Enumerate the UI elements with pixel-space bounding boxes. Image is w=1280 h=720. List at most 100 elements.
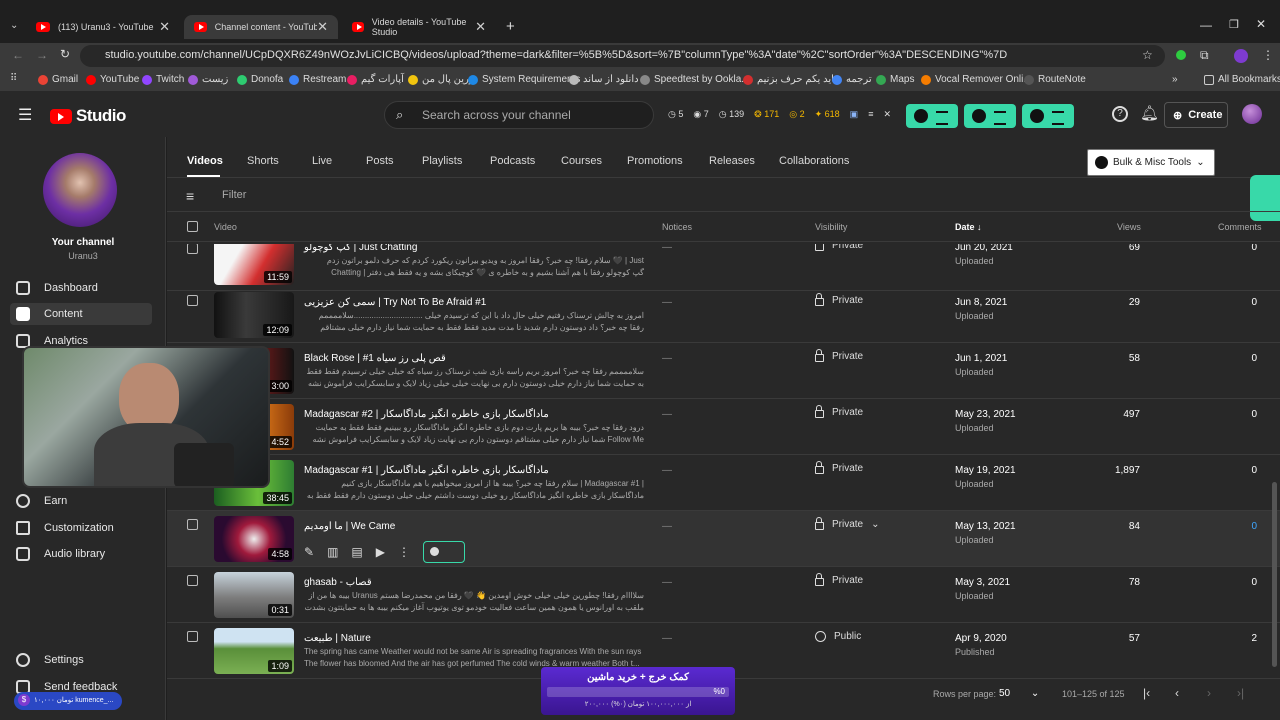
all-bookmarks-folder[interactable]: All Bookmarks <box>1204 74 1280 85</box>
more-options-icon[interactable]: ⋮ <box>398 545 410 559</box>
close-tab-icon[interactable]: ✕ <box>475 19 486 35</box>
video-thumbnail[interactable]: 0:31 <box>214 572 294 618</box>
bookmark-sound[interactable]: دانلود از ساند <box>569 74 639 85</box>
visibility-cell[interactable]: Private <box>815 573 863 586</box>
bookmark-restream[interactable]: Restream <box>289 74 346 85</box>
video-thumbnail[interactable]: 4:58 <box>214 516 294 562</box>
browser-tab-channel-content[interactable]: Channel content - YouTube Stu ✕ <box>184 15 338 39</box>
forward-icon[interactable]: → <box>36 48 48 62</box>
video-title[interactable]: ما اومدیم | We Came <box>304 521 395 532</box>
edit-pencil-icon[interactable]: ✎ <box>304 545 314 559</box>
bookmark-zarinpal[interactable]: زرین پال من <box>408 74 474 85</box>
comments-count[interactable]: 0 <box>1227 521 1257 532</box>
visibility-cell[interactable]: Private <box>815 293 863 306</box>
select-all-checkbox[interactable] <box>187 221 198 232</box>
browser-tab-video-details[interactable]: Video details - YouTube Studio ✕ <box>342 15 496 39</box>
tab-videos[interactable]: Videos <box>187 155 223 167</box>
bookmark-chat[interactable]: بیاید یکم حرف بزنیم <box>743 74 840 85</box>
bookmark-donofa[interactable]: Donofa <box>237 74 283 85</box>
row-checkbox[interactable] <box>187 631 198 642</box>
row-checkbox[interactable] <box>187 575 198 586</box>
bookmarks-overflow-icon[interactable]: » <box>1172 74 1178 85</box>
row-checkbox[interactable] <box>187 295 198 306</box>
bookmark-aparat[interactable]: آپارات گیم <box>347 74 404 85</box>
help-icon[interactable]: ? <box>1112 106 1128 122</box>
table-row[interactable]: 0:31 ghasab - قصاب بیبه ها من از Uranus … <box>167 567 1280 623</box>
table-row[interactable]: 3:00 Black Rose | #1 قص پلی رز سیاه سلام… <box>167 343 1280 399</box>
close-tab-icon[interactable]: ✕ <box>159 19 170 35</box>
tab-posts[interactable]: Posts <box>366 155 394 167</box>
column-date[interactable]: Date ↓ <box>955 222 982 232</box>
account-avatar[interactable] <box>1242 104 1262 124</box>
table-row[interactable]: 12:09 سمی کن عزیزیی | Try Not To Be Afra… <box>167 287 1280 343</box>
extension-icon[interactable] <box>1176 50 1186 60</box>
tab-releases[interactable]: Releases <box>709 155 755 167</box>
extension-x-icon[interactable]: ✕ <box>883 109 891 120</box>
sidebar-item-customization[interactable]: Customization <box>10 517 152 539</box>
youtube-play-icon[interactable]: ▶ <box>376 545 385 559</box>
tab-courses[interactable]: Courses <box>561 155 602 167</box>
table-row-hovered[interactable]: 4:58 ما اومدیم | We Came ✎ ▥ ▤ ▶ ⋮ — Pri… <box>167 511 1280 567</box>
hamburger-menu-icon[interactable]: ☰ <box>18 105 32 125</box>
filter-icon[interactable]: ≡ <box>186 188 194 204</box>
close-tab-icon[interactable]: ✕ <box>317 19 328 35</box>
tab-playlists[interactable]: Playlists <box>422 155 462 167</box>
bulk-misc-tools-button[interactable]: Bulk & Misc Tools ⌄ <box>1087 149 1215 176</box>
bookmark-maps[interactable]: Maps <box>876 74 914 85</box>
visibility-cell[interactable]: Public <box>815 631 861 642</box>
vidiq-row-button[interactable] <box>422 541 465 563</box>
scrollbar[interactable] <box>1272 482 1277 667</box>
next-page-icon[interactable]: › <box>1207 686 1211 700</box>
bookmark-twitch[interactable]: Twitch <box>142 74 184 85</box>
bookmark-1[interactable]: زیست <box>188 74 228 85</box>
comments-icon[interactable]: ▤ <box>351 545 362 559</box>
vidiq-side-tab[interactable] <box>1250 175 1280 221</box>
notifications-bell-icon[interactable]: 🔔︎ <box>1140 104 1159 122</box>
profile-avatar[interactable] <box>1234 49 1248 63</box>
video-title[interactable]: ghasab - قصاب <box>304 577 372 588</box>
browser-tab-youtube[interactable]: (113) Uranu3 - YouTube ✕ <box>26 15 180 39</box>
last-page-icon[interactable]: ›| <box>1237 686 1244 700</box>
bookmark-star-icon[interactable]: ☆ <box>1142 48 1153 62</box>
sidebar-item-earn[interactable]: Earn <box>10 490 152 512</box>
search-input[interactable]: ⌕ Search across your channel <box>384 101 654 129</box>
table-row[interactable]: 38:45 Madagascar #1 | ماداگاسکار بازی خا… <box>167 455 1280 511</box>
tab-podcasts[interactable]: Podcasts <box>490 155 535 167</box>
sidebar-item-settings[interactable]: Settings <box>10 649 152 671</box>
analytics-icon[interactable]: ▥ <box>327 545 338 559</box>
create-button[interactable]: ⊕ Create <box>1164 102 1228 128</box>
extension-list-icon[interactable]: ≡ <box>868 109 873 120</box>
vidiq-tool-button-3[interactable] <box>1022 104 1074 128</box>
reload-icon[interactable]: ↻ <box>60 47 70 61</box>
video-thumbnail[interactable]: 1:09 <box>214 628 294 674</box>
browser-menu-icon[interactable]: ⋮ <box>1262 48 1274 62</box>
close-window-button[interactable]: ✕ <box>1256 17 1266 31</box>
tab-collaborations[interactable]: Collaborations <box>779 155 849 167</box>
maximize-button[interactable]: ❐ <box>1229 18 1239 31</box>
tab-shorts[interactable]: Shorts <box>247 155 279 167</box>
row-checkbox[interactable] <box>187 519 198 530</box>
vidiq-tool-button-1[interactable] <box>906 104 958 128</box>
video-thumbnail[interactable]: 11:59 <box>214 239 294 285</box>
first-page-icon[interactable]: |‹ <box>1143 686 1150 700</box>
sidebar-item-dashboard[interactable]: Dashboard <box>10 277 152 299</box>
apps-grid-icon[interactable]: ⠿ <box>10 73 17 84</box>
url-input[interactable]: studio.youtube.com/channel/UCpDQXR6Z49nW… <box>80 45 1165 67</box>
bookmark-system-requirements[interactable]: System Requirements <box>468 74 580 85</box>
visibility-cell[interactable]: Private <box>815 405 863 418</box>
channel-avatar[interactable] <box>43 153 117 227</box>
new-tab-button[interactable]: + <box>506 18 515 35</box>
prev-page-icon[interactable]: ‹ <box>1175 686 1179 700</box>
visibility-cell[interactable]: Private <box>815 349 863 362</box>
video-title[interactable]: Black Rose | #1 قص پلی رز سیاه <box>304 353 446 364</box>
bookmark-speedtest[interactable]: Speedtest by Ookla... <box>640 74 750 85</box>
tab-promotions[interactable]: Promotions <box>627 155 683 167</box>
bookmark-routenote[interactable]: RouteNote <box>1024 74 1086 85</box>
filter-input[interactable]: Filter <box>222 189 246 201</box>
video-title[interactable]: Madagascar #2 | ماداگاسکار بازی خاطره ان… <box>304 409 549 420</box>
studio-logo[interactable]: Studio <box>50 106 126 126</box>
sidebar-item-audio-library[interactable]: Audio library <box>10 543 152 565</box>
back-icon[interactable]: ← <box>12 48 24 62</box>
rows-per-page-select[interactable]: 50 ⌄ <box>999 688 1039 699</box>
extensions-puzzle-icon[interactable]: ⧉ <box>1200 48 1209 63</box>
